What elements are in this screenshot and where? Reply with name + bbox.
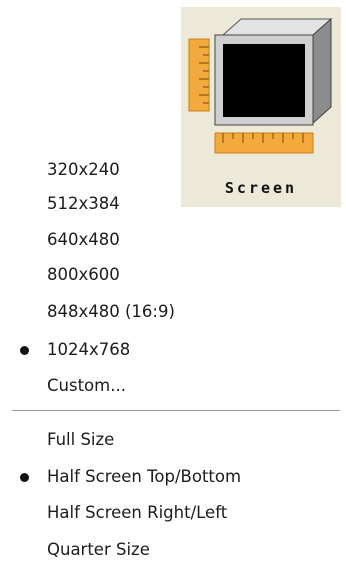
menu-item-label: Half Screen Top/Bottom xyxy=(47,467,242,486)
selected-bullet-icon xyxy=(20,346,29,355)
menu-item-label: 800x600 xyxy=(47,265,120,284)
menu-item-640x480[interactable]: 640x480 xyxy=(0,223,320,255)
menu-item-848x480[interactable]: 848x480 (16:9) xyxy=(0,295,320,327)
menu-item-half-screen-top-bottom[interactable]: Half Screen Top/Bottom xyxy=(0,460,320,492)
menu-item-label: Custom... xyxy=(47,376,126,395)
menu-item-label: 320x240 xyxy=(47,160,120,179)
monitor-with-rulers-icon xyxy=(188,17,333,154)
menu-separator xyxy=(12,410,340,411)
menu-item-label: Full Size xyxy=(47,430,115,449)
menu-item-full-size[interactable]: Full Size xyxy=(0,423,320,455)
menu-item-half-screen-right-left[interactable]: Half Screen Right/Left xyxy=(0,496,320,528)
menu-item-label: Half Screen Right/Left xyxy=(47,503,228,522)
menu-item-320x240[interactable]: 320x240 xyxy=(0,153,320,185)
menu-item-label: 640x480 xyxy=(47,230,120,249)
menu-item-512x384[interactable]: 512x384 xyxy=(0,187,320,219)
menu-item-label: 848x480 (16:9) xyxy=(47,302,175,321)
menu-item-1024x768[interactable]: 1024x768 xyxy=(0,333,320,365)
menu-item-label: 1024x768 xyxy=(47,340,131,359)
menu-item-custom[interactable]: Custom... xyxy=(0,369,320,401)
menu-item-800x600[interactable]: 800x600 xyxy=(0,258,320,290)
menu-item-label: Quarter Size xyxy=(47,540,150,559)
selected-bullet-icon xyxy=(20,473,29,482)
menu-item-quarter-size[interactable]: Quarter Size xyxy=(0,533,320,565)
menu-item-label: 512x384 xyxy=(47,194,120,213)
